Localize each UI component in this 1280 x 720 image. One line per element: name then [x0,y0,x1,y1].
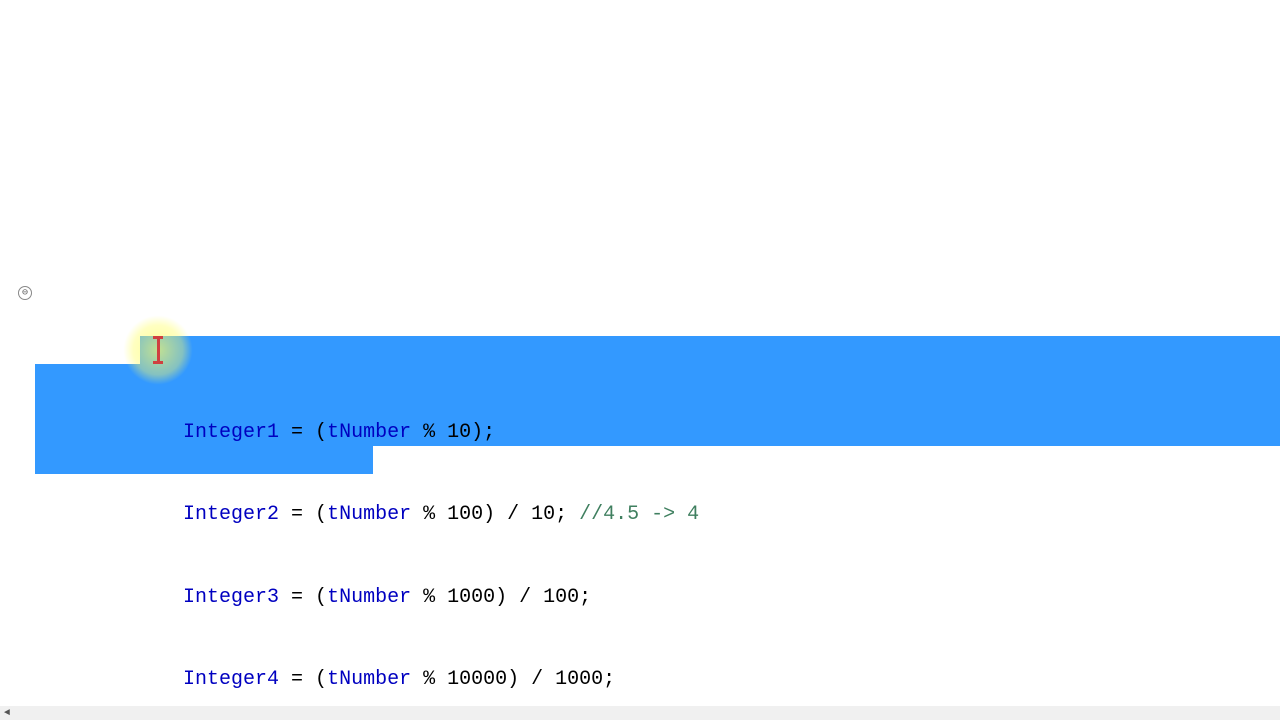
code-line[interactable]: Integer4 = (tNumber % 10000) / 1000; [35,666,1280,694]
fold-collapse-icon[interactable]: ⊖ [18,286,32,300]
code-line[interactable]: Integer1 = (tNumber % 10); [35,419,1280,447]
scroll-left-icon[interactable]: ◄ [0,706,14,720]
code-line[interactable]: Integer3 = (tNumber % 1000) / 100; [35,584,1280,612]
editor-gutter: ⊖ [0,0,35,720]
code-area[interactable]: Integer1 = (tNumber % 10); Integer2 = (t… [35,0,1280,720]
code-content: Integer1 = (tNumber % 10); Integer2 = (t… [35,336,1280,720]
code-line[interactable]: Integer2 = (tNumber % 100) / 10; //4.5 -… [35,501,1280,529]
text-caret-icon [157,338,160,362]
code-editor[interactable]: ⊖ Integer1 = (tNumber % 10); Integer2 = … [0,0,1280,720]
